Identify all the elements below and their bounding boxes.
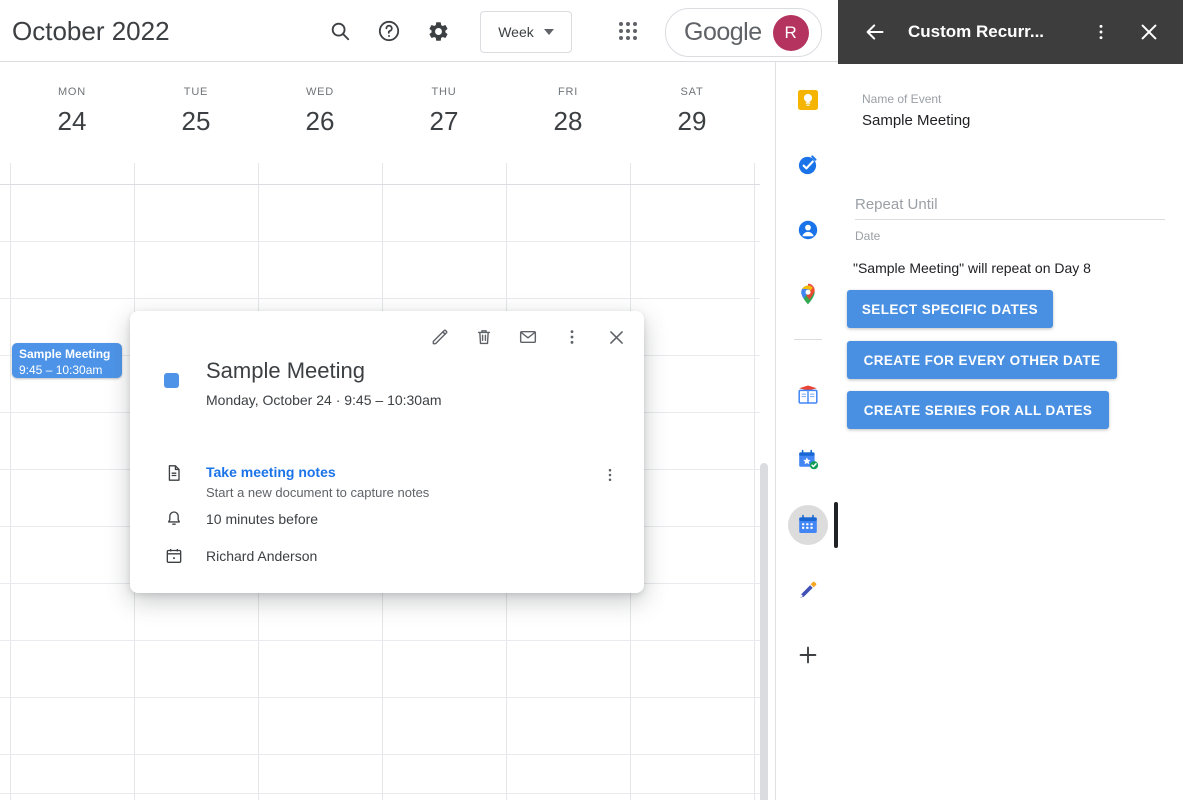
event-chip-title: Sample Meeting [19, 347, 111, 361]
custom-recurrence-panel: Custom Recurr... Name of Event Sample Me… [838, 0, 1183, 800]
google-account-button[interactable]: Google R [665, 8, 822, 57]
event-title: Sample Meeting [206, 358, 365, 383]
day-of-week-label: MON [57, 86, 87, 98]
day-header-wed[interactable]: WED 26 [258, 62, 382, 136]
panel-title: Custom Recurr... [908, 22, 1045, 41]
sidebar-item-calendar-star[interactable] [788, 440, 828, 480]
page-title: October 2022 [12, 16, 170, 46]
maps-pin-icon [801, 283, 815, 305]
keep-bulb-icon [798, 90, 818, 110]
day-header-mon[interactable]: MON 24 [10, 62, 134, 136]
day-header-tue[interactable]: TUE 25 [134, 62, 258, 136]
day-number: 27 [429, 106, 459, 136]
day-header-thu[interactable]: THU 27 [382, 62, 506, 136]
calendar-app-window: October 2022 Week Google R MON 24 TUE 25… [0, 0, 1183, 800]
name-of-event-label: Name of Event [862, 92, 942, 106]
calendar-icon [799, 514, 817, 533]
day-header-sat[interactable]: SAT 29 [630, 62, 754, 136]
day-number: 24 [57, 106, 87, 136]
calendar-star-check-icon [799, 449, 819, 470]
sidebar-item-contacts[interactable] [788, 210, 828, 250]
panel-header: Custom Recurr... [838, 0, 1183, 64]
plus-icon [799, 646, 817, 664]
sidebar-item-keep[interactable] [788, 80, 828, 120]
marker-pen-icon [800, 581, 817, 598]
take-meeting-notes-link[interactable]: Take meeting notes [206, 463, 429, 481]
event-detail-popup: Sample Meeting Monday, October 24 · 9:45… [130, 311, 644, 593]
apps-grid-dots [619, 22, 637, 40]
meeting-notes-subtitle: Start a new document to capture notes [206, 485, 430, 500]
view-select-dropdown[interactable]: Week [480, 11, 572, 53]
create-every-other-date-button[interactable]: CREATE FOR EVERY OTHER DATE [847, 341, 1117, 379]
day-of-week-label: WED [305, 86, 335, 98]
kebab-menu-icon[interactable] [558, 323, 586, 351]
sidebar-item-maps[interactable] [788, 275, 828, 315]
day-number: 26 [305, 106, 335, 136]
pencil-icon[interactable] [426, 323, 454, 351]
day-number: 28 [553, 106, 583, 136]
day-headers-row: MON 24 TUE 25 WED 26 THU 27 FRI 28 SAT 2… [0, 62, 775, 163]
day-number: 25 [181, 106, 211, 136]
meeting-notes-kebab-icon[interactable] [598, 463, 622, 487]
chevron-down-icon [543, 29, 554, 35]
close-icon[interactable] [602, 323, 630, 351]
date-label: Date [855, 229, 881, 243]
help-icon[interactable] [372, 14, 406, 48]
name-of-event-value: Sample Meeting [862, 112, 971, 129]
panel-kebab-menu-icon[interactable] [1083, 14, 1119, 50]
recurrence-description: "Sample Meeting" will repeat on Day 8 [853, 260, 1091, 276]
event-popup-toolbar [426, 323, 630, 351]
google-wordmark: Google [684, 18, 762, 46]
day-of-week-label: SAT [680, 86, 704, 98]
calendar-icon [164, 546, 184, 566]
sidebar-item-tasks[interactable] [788, 145, 828, 185]
select-specific-dates-button[interactable]: SELECT SPECIFIC DATES [847, 290, 1053, 328]
view-select-label: Week [498, 24, 534, 40]
panel-body: Name of Event Sample Meeting Repeat Unti… [838, 64, 1183, 800]
avatar[interactable]: R [772, 14, 809, 51]
panel-close-icon[interactable] [1131, 14, 1167, 50]
notification-row: 10 minutes before [206, 509, 318, 529]
day-of-week-label: THU [431, 86, 457, 98]
document-icon [164, 463, 184, 483]
sidebar-item-book[interactable] [788, 375, 828, 415]
bell-icon [164, 509, 184, 529]
day-header-fri[interactable]: FRI 28 [506, 62, 630, 136]
day-of-week-label: TUE [183, 86, 209, 98]
tasks-check-icon [798, 155, 817, 175]
event-chip-time: 9:45 – 10:30am [19, 363, 103, 377]
envelope-icon[interactable] [514, 323, 542, 351]
contacts-person-icon [798, 220, 818, 240]
book-icon [798, 385, 818, 404]
search-icon[interactable] [323, 14, 357, 48]
sidebar-item-add[interactable] [788, 635, 828, 675]
event-datetime: Monday, October 24 · 9:45 – 10:30am [206, 392, 442, 408]
repeat-until-underline [855, 219, 1165, 220]
sidebar-item-marker[interactable] [788, 570, 828, 610]
addon-icon-rail [775, 62, 839, 800]
event-color-chip [164, 373, 179, 388]
organizer-name: Richard Anderson [206, 548, 318, 564]
calendar-event-chip[interactable]: Sample Meeting 9:45 – 10:30am [12, 343, 122, 378]
calendar-top-bar: October 2022 Week Google R [0, 0, 838, 62]
repeat-until-input[interactable]: Repeat Until [855, 195, 938, 215]
organizer-row: Richard Anderson [206, 546, 317, 566]
notification-text: 10 minutes before [206, 511, 319, 527]
back-arrow-icon[interactable] [857, 14, 893, 50]
day-number: 29 [677, 106, 707, 136]
apps-grid-icon[interactable] [611, 14, 645, 48]
day-of-week-label: FRI [557, 86, 579, 98]
meeting-notes-row: Take meeting notes Start a new document … [206, 463, 429, 502]
create-series-all-dates-button[interactable]: CREATE SERIES FOR ALL DATES [847, 391, 1109, 429]
gear-icon[interactable] [421, 14, 455, 48]
sidebar-item-calendar-selected[interactable] [788, 505, 828, 545]
calendar-vertical-scrollbar[interactable] [760, 463, 768, 800]
trash-icon[interactable] [470, 323, 498, 351]
